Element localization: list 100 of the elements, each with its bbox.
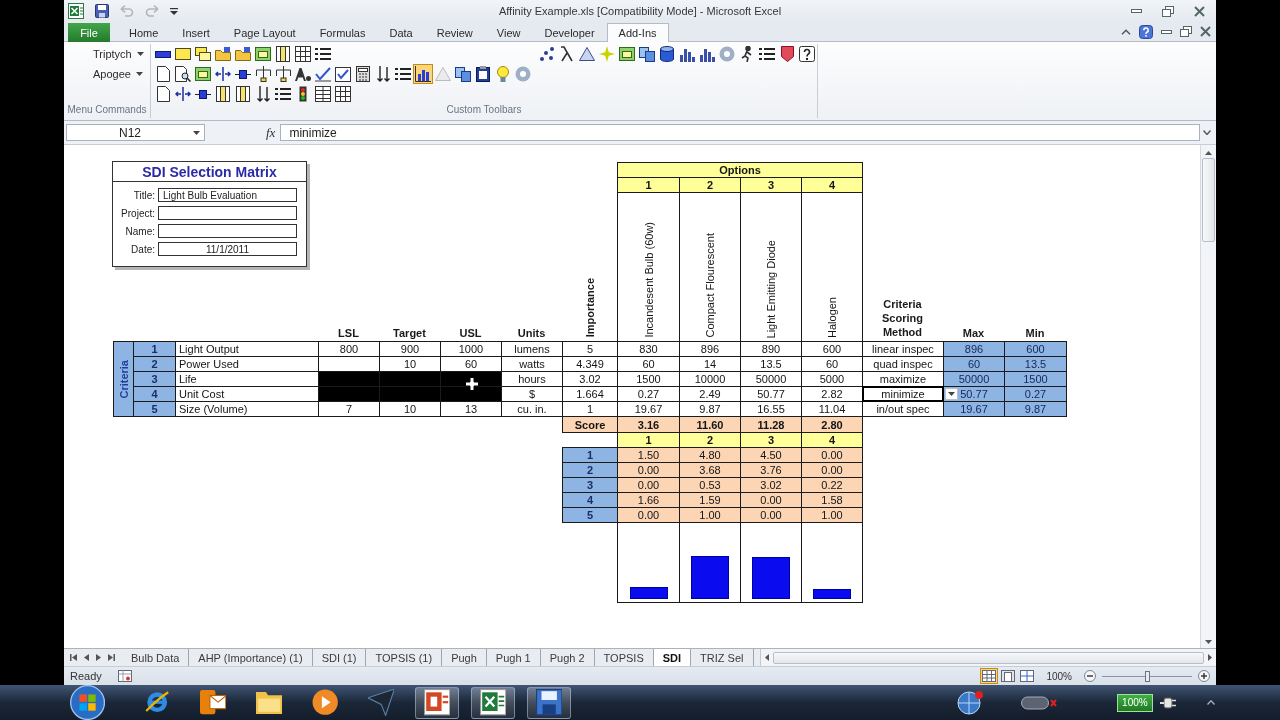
spreadsheet-app-icon[interactable] bbox=[68, 3, 84, 19]
ribbon-tab[interactable]: Formulas bbox=[307, 23, 378, 42]
folder-icon[interactable] bbox=[255, 691, 283, 714]
expand-icon[interactable] bbox=[1203, 130, 1211, 135]
columns-icon[interactable] bbox=[216, 86, 230, 102]
table-icon[interactable] bbox=[315, 86, 331, 102]
grid-icon[interactable] bbox=[335, 86, 351, 102]
page-icon[interactable] bbox=[156, 66, 170, 82]
function-button[interactable]: fx bbox=[266, 124, 276, 141]
taskbar-button[interactable] bbox=[527, 686, 572, 719]
ribbon-tab[interactable]: View bbox=[484, 23, 533, 42]
text-field[interactable]: 11/1/2011 bbox=[158, 242, 297, 256]
capsule-icon[interactable] bbox=[1021, 694, 1058, 711]
spell-check-icon[interactable] bbox=[315, 66, 331, 82]
menu-button[interactable]: Apogee bbox=[93, 66, 144, 82]
traffic-light-icon[interactable] bbox=[299, 86, 307, 102]
help-icon[interactable] bbox=[799, 46, 815, 62]
sort-icon[interactable] bbox=[256, 86, 270, 102]
running-figure-icon[interactable] bbox=[741, 46, 753, 62]
node-icon[interactable] bbox=[235, 69, 251, 79]
restore-icon[interactable] bbox=[1180, 26, 1192, 37]
grid-icon[interactable] bbox=[295, 46, 311, 62]
split-arrows-icon[interactable] bbox=[215, 67, 231, 81]
ribbon-tab[interactable]: Home bbox=[117, 23, 171, 42]
help-icon[interactable] bbox=[1139, 24, 1153, 39]
list-icon[interactable] bbox=[315, 47, 331, 61]
previous-sheet-icon[interactable] bbox=[84, 654, 89, 661]
copy-icon[interactable] bbox=[455, 66, 471, 82]
list-icon[interactable] bbox=[759, 47, 775, 61]
chevron-icon[interactable] bbox=[1206, 700, 1215, 705]
ribbon-tab[interactable]: Page Layout bbox=[221, 23, 308, 42]
name-box[interactable]: N12 bbox=[66, 124, 205, 141]
page-icon[interactable] bbox=[156, 86, 170, 102]
file-tab[interactable]: File bbox=[68, 23, 110, 42]
close-icon[interactable] bbox=[1200, 26, 1211, 37]
zoom-in-icon[interactable] bbox=[1198, 670, 1210, 682]
mail-icon[interactable] bbox=[199, 690, 227, 715]
vertical-scrollbar[interactable] bbox=[1200, 145, 1216, 648]
chart-icon[interactable] bbox=[413, 64, 433, 84]
tree-icon[interactable] bbox=[255, 66, 271, 82]
globe-icon[interactable] bbox=[957, 690, 984, 715]
folder-icon[interactable] bbox=[215, 47, 231, 61]
first-sheet-icon[interactable] bbox=[70, 654, 77, 661]
ribbon-tab[interactable]: Data bbox=[377, 23, 425, 42]
formula-input[interactable]: minimize bbox=[280, 124, 1200, 141]
histogram-icon[interactable] bbox=[679, 46, 695, 62]
sheet-tab[interactable]: SDI bbox=[653, 649, 692, 666]
normal-view-icon[interactable] bbox=[980, 668, 999, 684]
next-sheet-icon[interactable] bbox=[96, 654, 101, 661]
last-sheet-icon[interactable] bbox=[108, 654, 115, 661]
text-field[interactable] bbox=[158, 224, 297, 238]
node-icon[interactable] bbox=[195, 89, 211, 99]
close-icon[interactable] bbox=[1194, 5, 1205, 17]
slider-thumb[interactable] bbox=[1145, 670, 1150, 682]
list-icon[interactable] bbox=[395, 67, 411, 81]
bar-icon[interactable] bbox=[155, 50, 171, 58]
columns-icon[interactable] bbox=[276, 46, 290, 62]
taskbar-button[interactable] bbox=[415, 686, 460, 719]
rectangle-icon[interactable] bbox=[175, 48, 191, 60]
scatter-plot-icon[interactable] bbox=[539, 46, 555, 62]
minimize-icon[interactable] bbox=[1131, 9, 1142, 13]
columns-icon[interactable] bbox=[236, 86, 250, 102]
minimize-icon[interactable] bbox=[1161, 29, 1172, 34]
ribbon-tab[interactable]: Insert bbox=[170, 23, 222, 42]
ribbon-tab[interactable]: Developer bbox=[532, 23, 607, 42]
ribbon-tab[interactable]: Add-Ins bbox=[606, 23, 669, 42]
up-arrow-icon[interactable] bbox=[1205, 151, 1212, 155]
histogram-icon[interactable] bbox=[699, 46, 715, 62]
database-icon[interactable] bbox=[660, 46, 674, 62]
ribbon-tab[interactable]: Review bbox=[424, 23, 485, 42]
lightbulb-icon[interactable] bbox=[497, 66, 509, 82]
framed-rectangle-icon[interactable] bbox=[255, 47, 271, 61]
menu-button[interactable]: Triptych bbox=[93, 46, 144, 62]
plug-icon[interactable] bbox=[1159, 696, 1176, 709]
left-arrow-icon[interactable] bbox=[764, 654, 769, 661]
font-icon[interactable] bbox=[295, 67, 311, 81]
copy-icon[interactable] bbox=[639, 46, 655, 62]
play-icon[interactable] bbox=[311, 689, 339, 716]
list-icon[interactable] bbox=[275, 87, 291, 101]
lambda-icon[interactable] bbox=[560, 46, 574, 62]
arrowhead-icon[interactable] bbox=[367, 689, 395, 716]
page-layout-icon[interactable] bbox=[1001, 670, 1016, 682]
record-macro-icon[interactable] bbox=[117, 670, 132, 682]
folder-icon[interactable] bbox=[235, 47, 251, 61]
save-icon[interactable] bbox=[95, 4, 109, 18]
clipboard-icon[interactable] bbox=[476, 66, 490, 82]
page-break-icon[interactable] bbox=[1020, 670, 1035, 682]
text-field[interactable] bbox=[158, 206, 297, 220]
start-orb-icon[interactable] bbox=[70, 684, 106, 720]
chevron-icon[interactable] bbox=[1121, 28, 1131, 35]
right-arrow-icon[interactable] bbox=[1208, 654, 1212, 661]
stacked-rectangles-icon[interactable] bbox=[195, 47, 211, 61]
customize-caret-icon[interactable] bbox=[170, 7, 178, 15]
down-arrow-icon[interactable] bbox=[1205, 640, 1212, 644]
framed-rectangle-icon[interactable] bbox=[195, 67, 211, 81]
taskbar-button[interactable] bbox=[471, 686, 516, 719]
page-search-icon[interactable] bbox=[175, 66, 191, 82]
restore-icon[interactable] bbox=[1162, 5, 1174, 17]
scroll-thumb[interactable] bbox=[772, 651, 1204, 664]
sort-icon[interactable] bbox=[376, 66, 390, 82]
